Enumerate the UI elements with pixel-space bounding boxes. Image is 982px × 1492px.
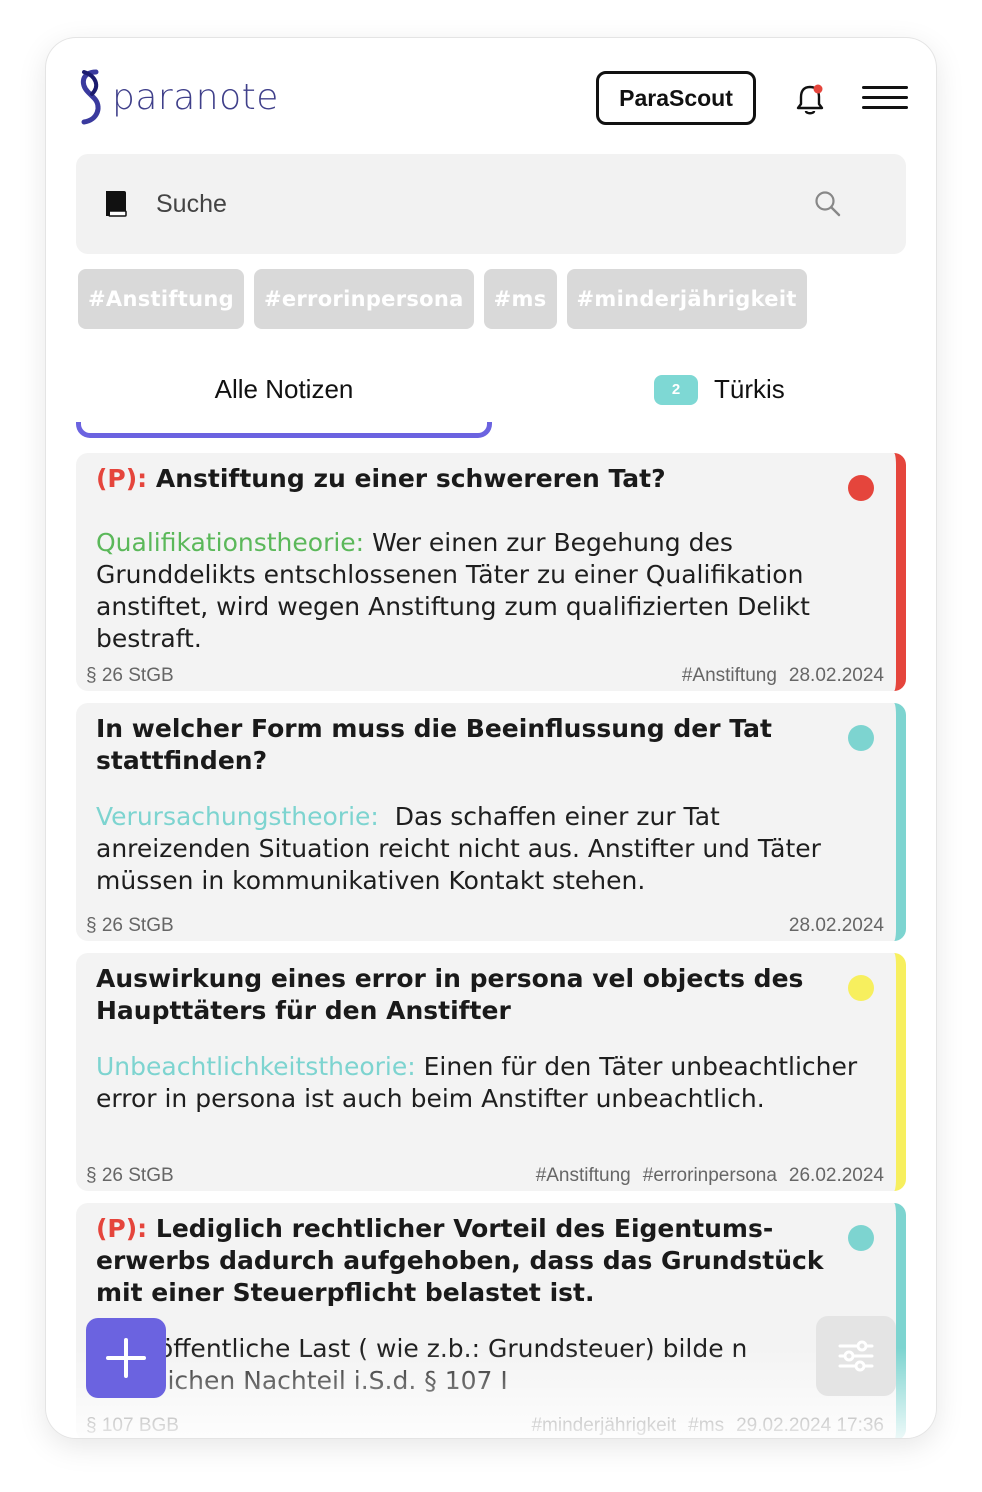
note-date: 28.02.2024	[788, 915, 884, 936]
note-body: Eine öffentliche Last ( wie z.b.: Grunds…	[96, 1333, 876, 1397]
problem-prefix: (P):	[96, 464, 148, 493]
note-meta: #Anstiftung #errorinpersona 26.02.2024	[536, 1165, 884, 1187]
note-title: (P): Anstiftung zu einer schwereren Tat?	[96, 463, 836, 495]
note-body: Unbeachtlichkeitstheorie: Einen für den …	[96, 1051, 876, 1115]
note-tag: #minderjährigkeit	[531, 1415, 677, 1436]
logo-icon	[80, 69, 101, 125]
active-tab-indicator	[76, 422, 492, 438]
note-tag: #Anstiftung	[681, 665, 777, 686]
note-card[interactable]: Auswirkung eines error in persona vel ob…	[76, 953, 906, 1191]
law-reference: § 26 StGB	[86, 665, 174, 686]
app-frame: paranote ParaScout #Anstiftung #errorinp…	[46, 38, 936, 1438]
search-bar	[76, 154, 906, 254]
note-body: Verursachungstheorie: Das schaffen einer…	[96, 801, 876, 897]
note-title-text: Lediglich rechtlicher Vorteil des Eigent…	[96, 1214, 824, 1307]
notification-bell-icon[interactable]	[792, 82, 828, 118]
note-title-text: Anstiftung zu einer schwereren Tat?	[155, 464, 666, 493]
note-tag: #errorinpersona	[642, 1165, 777, 1186]
parascout-button[interactable]: ParaScout	[596, 71, 756, 125]
tag-chip[interactable]: #errorinpersona	[253, 269, 474, 329]
note-tag: #ms	[688, 1415, 725, 1436]
search-icon[interactable]	[814, 190, 842, 218]
plus-icon	[106, 1338, 146, 1378]
tab-tuerkis[interactable]: 2 Türkis	[654, 374, 785, 405]
tag-chip[interactable]: #minderjährigkeit	[566, 269, 807, 329]
note-date: 29.02.2024 17:36	[736, 1415, 884, 1436]
note-date: 26.02.2024	[788, 1165, 884, 1186]
tag-chip[interactable]: #Anstiftung	[78, 269, 244, 329]
law-reference: § 26 StGB	[86, 915, 174, 936]
search-input[interactable]	[156, 184, 756, 224]
theory-label: Verursachungstheorie:	[96, 802, 379, 831]
note-tag: #Anstiftung	[535, 1165, 631, 1186]
law-reference: § 107 BGB	[86, 1415, 179, 1436]
color-dot[interactable]	[848, 975, 874, 1001]
note-card[interactable]: (P): Lediglich rechtlicher Vorteil des E…	[76, 1203, 906, 1438]
note-meta: #Anstiftung 28.02.2024	[682, 665, 884, 687]
theory-label: Unbeachtlichkeitstheorie:	[96, 1052, 416, 1081]
note-title: (P): Lediglich rechtlicher Vorteil des E…	[96, 1213, 836, 1309]
note-title: In welcher Form muss die Beeinflussung d…	[96, 714, 772, 775]
law-reference: § 26 StGB	[86, 1165, 174, 1186]
color-dot[interactable]	[848, 475, 874, 501]
note-body: Qualifikationstheorie: Wer einen zur Beg…	[96, 527, 876, 655]
tab-tuerkis-label: Türkis	[714, 374, 785, 404]
note-date: 28.02.2024	[788, 665, 884, 686]
add-note-button[interactable]	[86, 1318, 166, 1398]
sliders-icon	[838, 1340, 874, 1372]
color-dot[interactable]	[848, 725, 874, 751]
note-meta: 28.02.2024	[789, 915, 884, 937]
note-meta: #minderjährigkeit #ms 29.02.2024 17:36	[531, 1415, 884, 1437]
filter-button[interactable]	[816, 1316, 896, 1396]
logo[interactable]: paranote	[76, 68, 279, 126]
note-text: Eine öffentliche Last ( wie z.b.: Grunds…	[96, 1334, 748, 1395]
note-title: Auswirkung eines error in persona vel ob…	[96, 964, 804, 1025]
note-card[interactable]: (P): Anstiftung zu einer schwereren Tat?…	[76, 453, 906, 691]
tag-chip[interactable]: #ms	[483, 269, 557, 329]
color-dot[interactable]	[848, 1225, 874, 1251]
theory-label: Qualifikationstheorie:	[96, 528, 365, 557]
note-card[interactable]: In welcher Form muss die Beeinflussung d…	[76, 703, 906, 941]
problem-prefix: (P):	[96, 1214, 148, 1243]
book-icon	[106, 191, 127, 217]
tag-filter-list: #Anstiftung #errorinpersona #ms #minderj…	[78, 269, 807, 329]
logo-text: paranote	[112, 76, 279, 118]
hamburger-menu-icon[interactable]	[862, 86, 908, 114]
tab-count-badge: 2	[654, 374, 698, 405]
